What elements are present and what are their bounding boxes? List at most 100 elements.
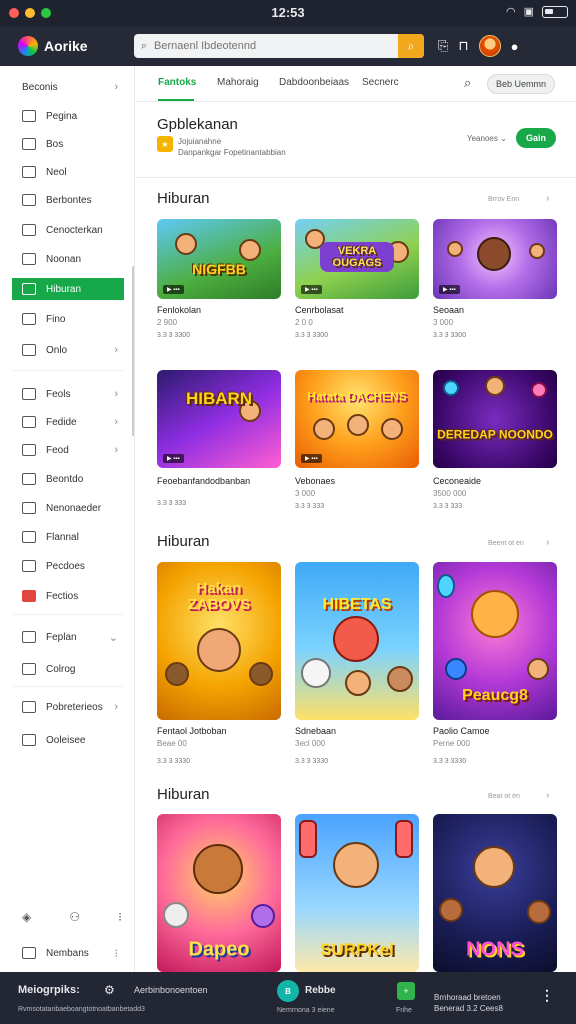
tab-3[interactable]: Secnerc	[362, 77, 399, 88]
game-meta: 2 0 0	[295, 318, 313, 327]
see-all-link[interactable]: Brrov Enn	[488, 196, 519, 203]
info-icon[interactable]: ⁝	[118, 910, 122, 924]
search-submit-button[interactable]: ⌕	[398, 34, 424, 58]
game-card[interactable]: NONS	[433, 814, 557, 972]
user-avatar[interactable]	[478, 35, 501, 57]
users-icon[interactable]: ⚇	[69, 910, 80, 924]
shield-icon[interactable]: ◈	[22, 910, 31, 924]
add-icon[interactable]: +	[397, 982, 415, 1000]
sidebar-item-11[interactable]: Fedide ›	[12, 411, 124, 433]
sidebar-item-1[interactable]: Pegina	[12, 105, 124, 127]
sidebar-item-16[interactable]: Pecdoes	[12, 555, 124, 577]
game-card[interactable]: Dapeo	[157, 814, 281, 972]
sidebar-item-9[interactable]: Onlo ›	[12, 339, 124, 361]
dock-status-line-1: Brnhoraad bretoen	[434, 993, 501, 1002]
game-card[interactable]: HIBETAS Sdnebaan 3ecl 000 3.3 3 3330	[295, 562, 419, 765]
sidebar-item-14[interactable]: Nenonaeder	[12, 497, 124, 519]
game-tag: ▶ ▪▪▪	[163, 285, 184, 294]
game-card[interactable]: ▶ ▪▪▪ Seoaan 3 000 3.3 3 3300	[433, 219, 557, 339]
chevron-right-icon: ›	[114, 344, 118, 356]
search-input[interactable]	[154, 40, 398, 52]
account-icon[interactable]: ●	[511, 39, 519, 54]
character-figure	[447, 241, 463, 257]
play-icon	[22, 416, 36, 428]
sidebar-item-0[interactable]: Beconis ›	[12, 76, 124, 98]
dock-app-subtitle: Nemrnona 3 eiene	[277, 1007, 335, 1014]
feed-icon	[22, 444, 36, 456]
sidebar-divider	[12, 614, 124, 615]
chevron-right-icon[interactable]: ›	[546, 790, 549, 801]
see-all-link[interactable]: Beent ot en	[488, 540, 524, 547]
game-thumbnail: Dapeo	[157, 814, 281, 972]
sidebar-item-7[interactable]: Hiburan	[12, 278, 124, 300]
sidebar-item-17[interactable]: Fectios	[12, 585, 124, 607]
game-card[interactable]: Hatata DACHENS ▶ ▪▪▪ Vebonaes 3 000 3.3 …	[295, 370, 419, 510]
sidebar-item-8[interactable]: Fino	[12, 308, 124, 330]
settings-icon[interactable]: ⚙	[104, 983, 115, 997]
chevron-right-icon: ›	[114, 81, 118, 93]
chevron-right-icon[interactable]: ›	[546, 193, 549, 204]
game-rating: 3.3 3 333	[295, 503, 325, 510]
game-card[interactable]: Hakan ZABOVS Fentaol Jotboban Beae 00 3.…	[157, 562, 281, 765]
sidebar-item-21[interactable]: Ooleisee	[12, 729, 124, 751]
game-thumbnail: HIBETAS	[295, 562, 419, 720]
character-figure	[387, 666, 413, 692]
sidebar-item-5[interactable]: Cenocterkan	[12, 219, 124, 241]
sidebar-item-22[interactable]: Nembans ⁝	[12, 942, 124, 964]
sidebar-item-19[interactable]: Colrog	[12, 658, 124, 680]
sidebar-item-20[interactable]: Pobreterieos ›	[12, 696, 124, 718]
category-icon	[22, 224, 36, 236]
sidebar-item-18[interactable]: Feplan ⌄	[12, 626, 124, 648]
game-card[interactable]: VEKRA OUGAGS ▶ ▪▪▪ Cenrbolasat 2 0 0 3.3…	[295, 219, 419, 339]
tab-0[interactable]: Fantoks	[158, 77, 196, 88]
app-logo-area[interactable]: Aorike	[0, 36, 134, 56]
search-icon[interactable]: ⌕	[464, 75, 471, 91]
game-meta: 3500 000	[433, 489, 467, 498]
see-all-link[interactable]: Beat ot en	[488, 793, 520, 800]
file-icon	[22, 313, 36, 325]
download-icon[interactable]: ⊓	[458, 38, 468, 54]
sort-dropdown[interactable]: Yeanoes ⌄	[467, 134, 507, 143]
game-card[interactable]: NIGFBB ▶ ▪▪▪ Fenlokolan 2 900 3.3 3 3300	[157, 219, 281, 339]
game-card[interactable]: SURPKel	[295, 814, 419, 972]
sidebar-item-6[interactable]: Noonan	[12, 248, 124, 270]
game-card[interactable]: Peaucg8 Paolio Camoe Perne 000 3.3 3 333…	[433, 562, 557, 765]
sidebar-item-label: Bos	[46, 138, 64, 150]
sidebar-item-15[interactable]: Flannal	[12, 526, 124, 548]
character-figure	[197, 628, 241, 672]
game-meta: 3 000	[295, 489, 316, 498]
character-figure	[333, 842, 379, 888]
dock-app-label[interactable]: Rebbe	[305, 985, 336, 996]
sidebar-item-12[interactable]: Feod ›	[12, 439, 124, 461]
candy-icon	[395, 820, 413, 858]
notification-icon[interactable]: ⎘	[438, 38, 448, 54]
game-rating: 3.3 3 3300	[157, 332, 191, 339]
sidebar-item-3[interactable]: Neol	[12, 161, 124, 183]
sidebar-item-2[interactable]: Bos	[12, 133, 124, 155]
game-card[interactable]: DEREDAP NOONDO Ceconeaide 3500 000 3.3 3…	[433, 370, 557, 510]
more-options-icon[interactable]: ⋮	[540, 987, 554, 1004]
filter-pill-button[interactable]: Beb Uemmn	[487, 74, 555, 94]
user-icon	[22, 947, 36, 959]
dock-middle-text[interactable]: Aerbinbonoentoen	[134, 985, 208, 995]
sidebar-scrollbar[interactable]	[132, 266, 134, 436]
sort-label: Yeanoes	[467, 134, 498, 143]
chevron-right-icon[interactable]: ›	[546, 537, 549, 548]
search-bar: ⌕ ⌕	[134, 34, 424, 58]
app-icon[interactable]: B	[277, 980, 299, 1002]
game-card[interactable]: HIBARN ▶ ▪▪▪ Feoebanfandodbanban 3.3 3 3…	[157, 370, 281, 507]
tab-2[interactable]: Dabdoonbeiaas	[279, 77, 349, 88]
character-figure	[175, 233, 197, 255]
sidebar-item-10[interactable]: Feols ›	[12, 383, 124, 405]
character-figure	[471, 590, 519, 638]
tab-1[interactable]: Mahoraig	[217, 77, 259, 88]
gain-button[interactable]: Gain	[516, 128, 556, 148]
dock-status-text: Brnhoraad bretoen Benerad 3.2 Cees8	[434, 992, 503, 1014]
sidebar-item-4[interactable]: Berbontes	[12, 189, 124, 211]
character-figure	[381, 418, 403, 440]
sidebar-item-13[interactable]: Beontdo	[12, 468, 124, 490]
section-title: Hiburan	[157, 190, 210, 207]
character-figure	[439, 898, 463, 922]
game-name: Cenrbolasat	[295, 305, 344, 315]
character-figure	[473, 846, 515, 888]
